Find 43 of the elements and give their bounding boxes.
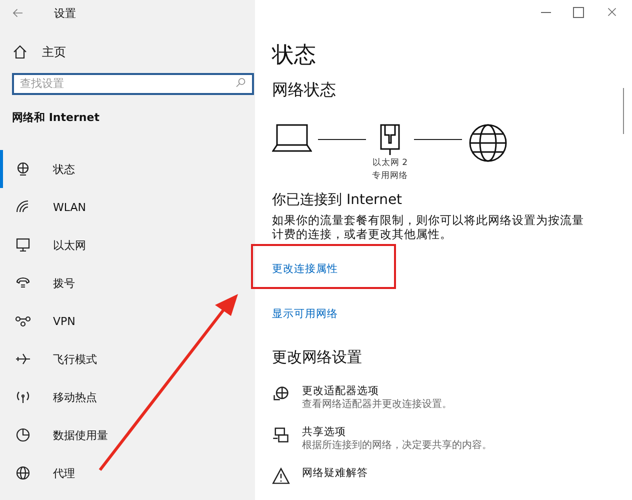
sidebar-item[interactable]: VPN xyxy=(0,302,255,340)
sidebar-item[interactable]: 拨号 xyxy=(0,264,255,302)
warning-icon xyxy=(272,467,290,485)
close-icon xyxy=(606,6,618,18)
back-arrow-icon xyxy=(12,7,24,19)
sidebar-item[interactable]: 飞行模式 xyxy=(0,340,255,378)
settings-option[interactable]: 更改适配器选项 查看网络适配器并更改连接设置。 xyxy=(272,385,632,411)
link[interactable]: 显示可用网络 xyxy=(272,307,338,321)
house-icon xyxy=(12,44,28,60)
ethernet-port-icon xyxy=(379,123,401,158)
section-heading: 更改网络设置 xyxy=(272,348,363,367)
minimize-button[interactable] xyxy=(541,12,551,13)
globe-icon xyxy=(468,123,508,164)
sidebar-item[interactable]: 移动热点 xyxy=(0,378,255,416)
globe-icon xyxy=(15,465,31,481)
sidebar-item[interactable]: 数据使用量 xyxy=(0,416,255,454)
settings-option[interactable]: 网络疑难解答 xyxy=(272,467,632,485)
search-field[interactable]: 查找设置 xyxy=(12,72,254,94)
pie-chart-icon xyxy=(15,427,31,443)
sidebar-item[interactable]: 以太网 xyxy=(0,226,255,264)
sidebar-item[interactable]: 代理 xyxy=(0,454,255,492)
description-text: 如果你的流量套餐有限制，则你可以将此网络设置为按流量计费的连接，或者更改其他属性。 xyxy=(272,213,585,241)
computers-icon xyxy=(272,426,290,444)
page-title: 状态 xyxy=(272,42,317,70)
globe-monitor-icon xyxy=(272,385,290,403)
laptop-icon xyxy=(272,123,312,154)
sidebar-item[interactable]: WLAN xyxy=(0,188,255,226)
monitor-icon xyxy=(15,237,31,253)
window-title: 设置 xyxy=(54,6,76,20)
section-heading: 网络状态 xyxy=(272,80,337,102)
section-heading: 网络和 Internet xyxy=(12,110,100,125)
airplane-icon xyxy=(15,351,31,367)
globe-monitor-icon xyxy=(15,161,31,177)
link[interactable]: 更改连接属性 xyxy=(272,262,338,276)
home-nav-item[interactable]: 主页 xyxy=(12,32,255,72)
maximize-button[interactable] xyxy=(573,6,584,18)
network-type: 专用网络 xyxy=(372,170,408,184)
wifi-icon xyxy=(15,199,31,215)
settings-option[interactable]: 共享选项 根据所连接到的网络，决定要共享的内容。 xyxy=(272,426,632,452)
hotspot-icon xyxy=(15,389,31,405)
adapter-name: 以太网 2 xyxy=(372,157,408,170)
search-icon xyxy=(235,77,247,89)
connection-status: 你已连接到 Internet xyxy=(272,191,404,209)
